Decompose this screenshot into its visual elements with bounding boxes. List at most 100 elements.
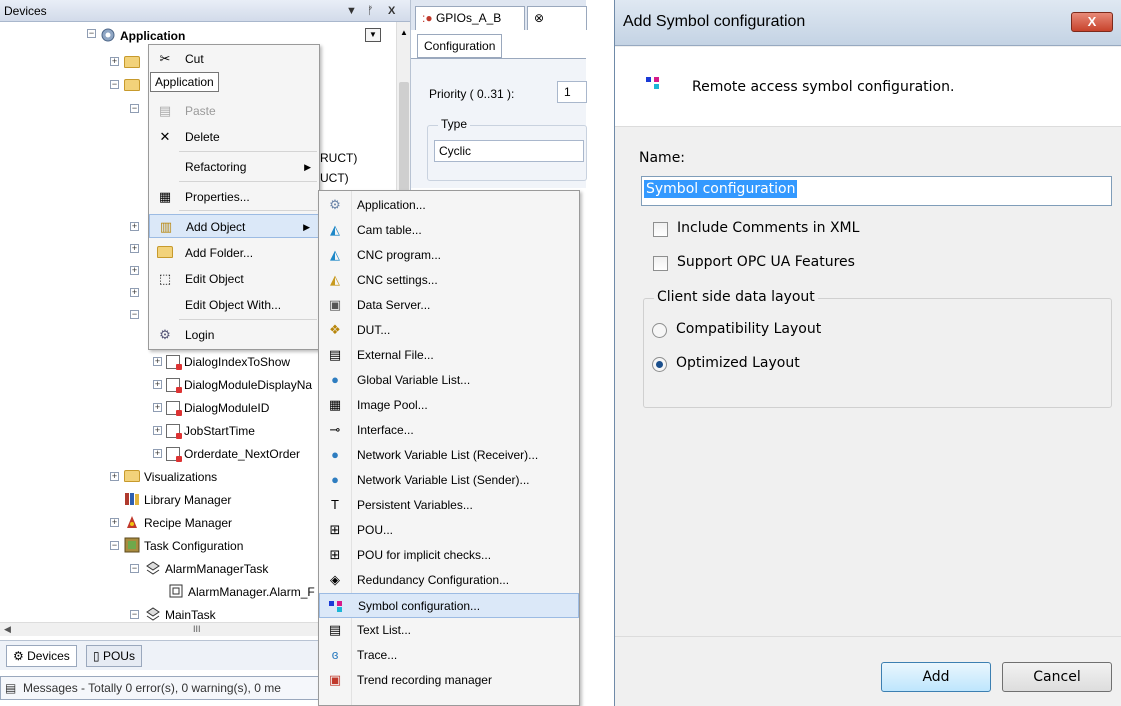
dropdown-icon[interactable]: ▼ [346, 0, 357, 22]
collapse-icon[interactable]: − [130, 310, 139, 319]
menu-item-edit-object-with[interactable]: Edit Object With... [149, 293, 319, 317]
menu-item-add-object[interactable]: ▥ Add Object ▶ [149, 214, 319, 238]
menu-item-redundancy-configuration[interactable]: ◈ Redundancy Configuration... [319, 568, 579, 593]
expand-icon[interactable]: + [130, 222, 139, 231]
collapse-icon[interactable]: − [130, 104, 139, 113]
pin-icon[interactable]: ᚠ [367, 0, 374, 22]
expand-icon[interactable]: + [153, 449, 162, 458]
cancel-button[interactable]: Cancel [1002, 662, 1112, 692]
menu-item-persistent-variables[interactable]: T Persistent Variables... [319, 493, 579, 518]
scroll-up-icon[interactable]: ▲ [400, 28, 408, 37]
login-icon: ⚙ [159, 327, 171, 342]
expand-icon[interactable]: + [110, 472, 119, 481]
add-object-submenu: ⚙ Application... ◭ Cam table... ◭ CNC pr… [318, 190, 580, 706]
menu-item-cnc-settings[interactable]: ◭ CNC settings... [319, 268, 579, 293]
tab-other[interactable]: ⊗ [527, 6, 587, 30]
menu-item-add-folder[interactable]: Add Folder... [149, 241, 319, 265]
tab-configuration[interactable]: Configuration [417, 34, 503, 58]
menu-item-application[interactable]: ⚙ Application... [319, 193, 579, 218]
dut-icon: ❖ [329, 322, 341, 337]
collapse-icon[interactable]: − [110, 541, 119, 550]
tree-node-library-manager[interactable]: Library Manager [124, 490, 231, 510]
menu-item-symbol-configuration[interactable]: Symbol configuration... [319, 593, 579, 618]
menu-item-pou-implicit-checks[interactable]: ⊞ POU for implicit checks... [319, 543, 579, 568]
include-comments-checkbox[interactable] [653, 222, 668, 237]
collapse-icon[interactable]: − [110, 80, 119, 89]
menu-item-cut[interactable]: ✂ Cut [149, 47, 319, 71]
menu-item-external-file[interactable]: ▤ External File... [319, 343, 579, 368]
close-panel-button[interactable]: X [388, 0, 395, 22]
menu-item-global-variable-list[interactable]: ● Global Variable List... [319, 368, 579, 393]
menu-item-refactoring[interactable]: Refactoring ▶ [149, 155, 319, 179]
tree-node-partial[interactable]: RUCT) [320, 148, 357, 168]
expand-icon[interactable]: + [153, 380, 162, 389]
expand-icon[interactable]: + [153, 426, 162, 435]
tree-node-alarm-manager-task[interactable]: AlarmManagerTask [145, 559, 268, 579]
tree-node-variable[interactable]: DialogIndexToShow [166, 352, 290, 372]
collapse-icon[interactable]: − [130, 610, 139, 619]
expand-icon[interactable]: + [110, 57, 119, 66]
persistent-variables-icon: T [331, 497, 339, 512]
menu-item-cnc-program[interactable]: ◭ CNC program... [319, 243, 579, 268]
menu-item-nvl-receiver[interactable]: ● Network Variable List (Receiver)... [319, 443, 579, 468]
expand-icon[interactable]: + [110, 518, 119, 527]
expand-icon[interactable]: + [153, 357, 162, 366]
expand-icon[interactable]: + [130, 244, 139, 253]
edit-icon: ⬚ [158, 271, 172, 286]
menu-item-text-list[interactable]: ▤ Text List... [319, 618, 579, 643]
menu-item-properties[interactable]: ▦ Properties... [149, 185, 319, 209]
add-button[interactable]: Add [881, 662, 991, 692]
expand-icon[interactable]: + [153, 403, 162, 412]
tree-node-variable[interactable]: DialogModuleDisplayNa [166, 375, 312, 395]
document-icon: ▯ [93, 649, 100, 663]
menu-separator [179, 151, 317, 152]
name-input-value: Symbol configuration [644, 180, 798, 198]
menu-item-paste[interactable]: ▤ Paste [149, 99, 319, 123]
dialog-footer: Add Cancel [615, 636, 1121, 706]
type-select[interactable]: Cyclic [434, 140, 584, 162]
priority-input[interactable]: 1 [557, 81, 587, 103]
compatibility-layout-radio[interactable] [652, 323, 667, 338]
external-file-icon: ▤ [328, 347, 342, 362]
menu-item-pou[interactable]: ⊞ POU... [319, 518, 579, 543]
menu-item-cam-table[interactable]: ◭ Cam table... [319, 218, 579, 243]
tree-node-variable[interactable]: Orderdate_NextOrder [166, 444, 300, 464]
menu-item-interface[interactable]: ⊸ Interface... [319, 418, 579, 443]
tree-node-partial[interactable]: UCT) [320, 168, 349, 188]
node-dropdown-button[interactable]: ▼ [365, 28, 381, 42]
tab-devices[interactable]: ⚙ Devices [6, 645, 77, 667]
expand-icon[interactable]: + [130, 288, 139, 297]
tree-node-recipe-manager[interactable]: Recipe Manager [124, 513, 232, 533]
scrollbar-grip[interactable]: III [193, 624, 201, 634]
support-opc-checkbox[interactable] [653, 256, 668, 271]
menu-item-login[interactable]: ⚙ Login [149, 323, 319, 347]
menu-item-image-pool[interactable]: ▦ Image Pool... [319, 393, 579, 418]
menu-item-dut[interactable]: ❖ DUT... [319, 318, 579, 343]
menu-item-nvl-sender[interactable]: ● Network Variable List (Sender)... [319, 468, 579, 493]
name-input[interactable]: Symbol configuration [641, 176, 1112, 206]
menu-item-delete[interactable]: ✕ Delete [149, 125, 319, 149]
tree-node-variable[interactable]: JobStartTime [166, 421, 255, 441]
tree-node-alarm-manager-alarm[interactable]: AlarmManager.Alarm_F [168, 582, 315, 602]
tree-node-variable[interactable]: DialogModuleID [166, 398, 269, 418]
tree-node-task-configuration[interactable]: Task Configuration [124, 536, 243, 556]
menu-item-trace[interactable]: ɞ Trace... [319, 643, 579, 668]
tab-gpios[interactable]: :● GPIOs_A_B [415, 6, 525, 30]
tree-node-visualizations[interactable]: Visualizations [124, 467, 217, 487]
variable-icon [166, 447, 182, 462]
collapse-icon[interactable]: − [87, 29, 96, 38]
tree-node-application[interactable]: Application [100, 26, 185, 46]
optimized-layout-radio[interactable] [652, 357, 667, 372]
dialog-title: Add Symbol configuration [623, 13, 806, 30]
scroll-left-icon[interactable]: ◀ [4, 624, 11, 635]
menu-item-trend-recording-manager[interactable]: ▣ Trend recording manager [319, 668, 579, 693]
menu-item-data-server[interactable]: ▣ Data Server... [319, 293, 579, 318]
close-button[interactable]: X [1071, 12, 1113, 32]
expand-icon[interactable]: + [130, 266, 139, 275]
folder-icon [124, 56, 140, 68]
text-list-icon: ▤ [328, 622, 342, 637]
tab-pous[interactable]: ▯ POUs [86, 645, 142, 667]
menu-item-edit-object[interactable]: ⬚ Edit Object [149, 267, 319, 291]
collapse-icon[interactable]: − [130, 564, 139, 573]
type-label: Type [438, 117, 471, 131]
